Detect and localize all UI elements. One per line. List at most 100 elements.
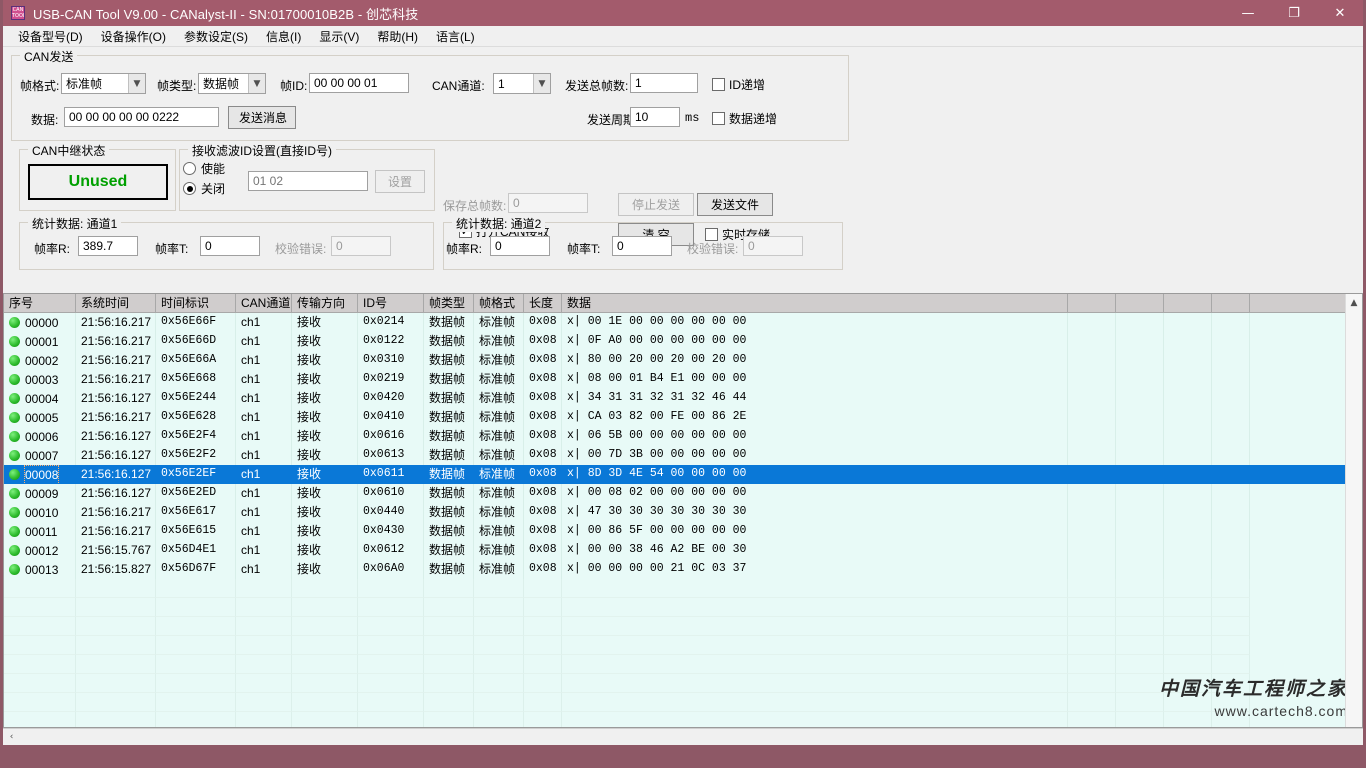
table-column-header[interactable] [1212, 294, 1250, 312]
table-empty-cell [424, 674, 474, 693]
table-column-header[interactable]: 时间标识 [156, 294, 236, 312]
vertical-scrollbar[interactable]: ▲ [1345, 294, 1362, 727]
stop-send-button[interactable]: 停止发送 [618, 193, 694, 216]
filter-set-button[interactable]: 设置 [375, 170, 425, 193]
table-empty-cell [562, 617, 1068, 636]
table-empty-row [4, 655, 1362, 674]
table-column-header[interactable]: CAN通道 [236, 294, 292, 312]
row-sequence-cell: 00000 [4, 313, 76, 332]
table-row[interactable]: 00004 21:56:16.127 0x56E244 ch1 接收 0x0420 数据帧标… [4, 389, 1362, 408]
stats-channel2-group: 统计数据: 通道2 帧率R: 帧率T: 校验错误: [443, 215, 843, 270]
table-column-header[interactable] [1068, 294, 1116, 312]
table-row[interactable]: 00001 21:56:16.217 0x56E66D ch1 接收 0x0122 数据帧标… [4, 332, 1362, 351]
scroll-up-icon[interactable]: ▲ [1346, 294, 1363, 311]
table-empty-row [4, 598, 1362, 617]
total-frames-input[interactable] [630, 73, 698, 93]
table-row[interactable]: 00012 21:56:15.767 0x56D4E1 ch1 接收 0x0612 数据帧标… [4, 541, 1362, 560]
table-column-header[interactable] [1116, 294, 1164, 312]
id-increment-checkbox[interactable]: ID递增 [712, 76, 765, 93]
data-input[interactable] [64, 107, 219, 127]
table-cell-chan: ch1 [236, 484, 292, 503]
table-cell-fformat: 标准帧 [474, 427, 524, 446]
close-button[interactable]: ✕ [1317, 0, 1363, 26]
filter-enable-radio[interactable]: 使能 [183, 160, 225, 177]
table-column-header[interactable]: ID号 [358, 294, 424, 312]
maximize-button[interactable]: ❐ [1271, 0, 1317, 26]
table-row[interactable]: 00002 21:56:16.217 0x56E66A ch1 接收 0x0310 数据帧标… [4, 351, 1362, 370]
row-sequence-cell: 00011 [4, 522, 76, 541]
menu-display[interactable]: 显示(V) [310, 26, 368, 47]
menu-information[interactable]: 信息(I) [257, 26, 310, 47]
table-row[interactable]: 00006 21:56:16.127 0x56E2F4 ch1 接收 0x0616 数据帧标… [4, 427, 1362, 446]
menu-parameter-settings[interactable]: 参数设定(S) [175, 26, 257, 47]
table-row[interactable]: 00008 21:56:16.127 0x56E2EF ch1 接收 0x0611 数据帧标… [4, 465, 1362, 484]
filter-id-input[interactable] [248, 171, 368, 191]
table-cell-stamp: 0x56D4E1 [156, 541, 236, 560]
filter-disable-radio[interactable]: 关闭 [183, 180, 225, 197]
horizontal-scrollbar[interactable]: ‹ [3, 728, 1363, 745]
menu-help[interactable]: 帮助(H) [368, 26, 427, 47]
table-cell-ftype: 数据帧 [424, 446, 474, 465]
row-sequence-cell: 00008 [4, 465, 76, 484]
table-column-header[interactable]: 帧格式 [474, 294, 524, 312]
table-empty-cell [1116, 693, 1164, 712]
table-column-header[interactable]: 帧类型 [424, 294, 474, 312]
table-cell-ftype: 数据帧 [424, 465, 474, 484]
data-label: 数据: [31, 113, 59, 127]
table-row[interactable]: 00011 21:56:16.217 0x56E615 ch1 接收 0x0430 数据帧标… [4, 522, 1362, 541]
table-column-header[interactable]: 系统时间 [76, 294, 156, 312]
table-cell-dir: 接收 [292, 313, 358, 332]
table-cell-stamp: 0x56E66F [156, 313, 236, 332]
data-increment-checkbox[interactable]: 数据递增 [712, 110, 777, 127]
table-row[interactable]: 00010 21:56:16.217 0x56E617 ch1 接收 0x0440 数据帧标… [4, 503, 1362, 522]
table-cell-empty [1116, 541, 1164, 560]
table-column-header[interactable] [1164, 294, 1212, 312]
table-cell-len: 0x08 [524, 370, 562, 389]
table-row[interactable]: 00005 21:56:16.217 0x56E628 ch1 接收 0x0410 数据帧标… [4, 408, 1362, 427]
row-sequence-cell: 00002 [4, 351, 76, 370]
table-cell-empty [1116, 389, 1164, 408]
table-cell-fformat: 标准帧 [474, 408, 524, 427]
menu-device-operation[interactable]: 设备操作(O) [92, 26, 175, 47]
data-increment-label: 数据递增 [729, 112, 778, 126]
message-table[interactable]: 序号 系统时间 时间标识 CAN通道 传输方向 ID号 帧类型 帧格式 长度 数据 00000 21… [3, 293, 1363, 728]
row-sequence-value: 00009 [25, 486, 59, 501]
table-column-header[interactable]: 序号 [4, 294, 76, 312]
table-cell-id: 0x0616 [358, 427, 424, 446]
table-row[interactable]: 00003 21:56:16.217 0x56E668 ch1 接收 0x0219 数据帧标… [4, 370, 1362, 389]
table-header-row: 序号 系统时间 时间标识 CAN通道 传输方向 ID号 帧类型 帧格式 长度 数据 [4, 294, 1362, 313]
send-message-button[interactable]: 发送消息 [228, 106, 296, 129]
table-empty-cell [1212, 655, 1250, 674]
table-row[interactable]: 00009 21:56:16.127 0x56E2ED ch1 接收 0x0610 数据帧标… [4, 484, 1362, 503]
table-column-header[interactable]: 传输方向 [292, 294, 358, 312]
send-file-button[interactable]: 发送文件 [697, 193, 773, 216]
table-column-header[interactable]: 长度 [524, 294, 562, 312]
table-row[interactable]: 00007 21:56:16.127 0x56E2F2 ch1 接收 0x0613 数据帧标… [4, 446, 1362, 465]
table-row[interactable]: 00013 21:56:15.827 0x56D67F ch1 接收 0x06A0 数据帧标… [4, 560, 1362, 579]
row-sequence-value: 00013 [25, 562, 59, 577]
table-row[interactable]: 00000 21:56:16.217 0x56E66F ch1 接收 0x0214 数据帧标… [4, 313, 1362, 332]
menu-device-model[interactable]: 设备型号(D) [9, 26, 92, 47]
table-empty-cell [292, 674, 358, 693]
frame-id-input[interactable] [309, 73, 409, 93]
scroll-left-icon[interactable]: ‹ [3, 729, 20, 746]
table-cell-len: 0x08 [524, 484, 562, 503]
table-body[interactable]: 00000 21:56:16.217 0x56E66F ch1 接收 0x0214 数据帧标… [4, 313, 1362, 579]
table-cell-dir: 接收 [292, 484, 358, 503]
minimize-button[interactable]: — [1225, 0, 1271, 26]
can-channel-select[interactable]: 1 ▼ [493, 73, 551, 94]
frame-type-select[interactable]: 数据帧 ▼ [198, 73, 266, 94]
table-cell-empty [1164, 503, 1212, 522]
frame-format-select[interactable]: 标准帧 ▼ [61, 73, 146, 94]
table-cell-empty [1164, 332, 1212, 351]
table-column-header[interactable]: 数据 [562, 294, 1068, 312]
table-cell-id: 0x0219 [358, 370, 424, 389]
menu-language[interactable]: 语言(L) [427, 26, 484, 47]
table-empty-cell [424, 712, 474, 727]
table-empty-cell [358, 579, 424, 598]
total-saved-input [508, 193, 588, 213]
send-period-input[interactable] [630, 107, 680, 127]
table-cell-empty [1164, 351, 1212, 370]
table-cell-data: x| 80 00 20 00 20 00 20 00 [562, 351, 1068, 370]
table-cell-empty [1164, 541, 1212, 560]
